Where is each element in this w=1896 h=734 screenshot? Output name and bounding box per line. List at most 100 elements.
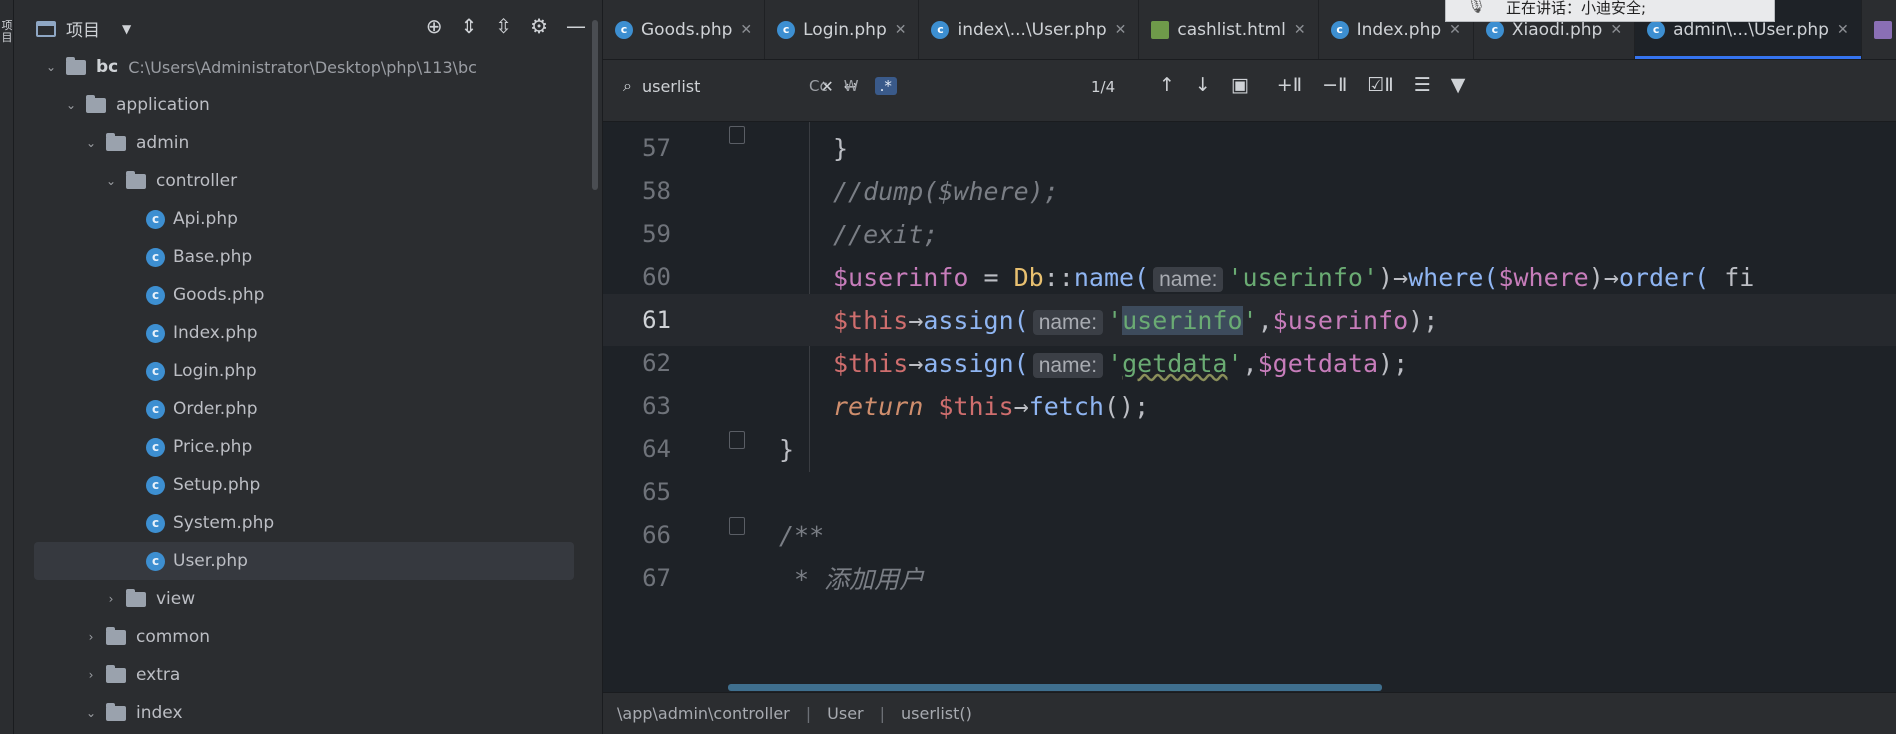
php-file-icon: c: [146, 209, 165, 229]
close-icon[interactable]: ✕: [740, 22, 752, 38]
close-icon[interactable]: ✕: [1610, 22, 1622, 38]
close-icon[interactable]: ✕: [1837, 22, 1849, 38]
tree-item-path: C:\Users\Administrator\Desktop\php\113\b…: [128, 57, 477, 77]
filter-lines-icon[interactable]: ☰: [1414, 74, 1431, 96]
minimize-icon[interactable]: —: [566, 14, 586, 38]
token: ': [1107, 305, 1123, 335]
chevron-down-icon[interactable]: ⌄: [84, 136, 98, 150]
code-line-67: 67 * 添加用户: [603, 552, 1896, 604]
chevron-down-icon[interactable]: ⌄: [104, 174, 118, 188]
close-icon[interactable]: ✕: [1449, 22, 1461, 38]
chevron-down-icon[interactable]: ⌄: [44, 60, 58, 74]
tree-item-label: Price.php: [173, 437, 253, 457]
php-file-icon: c: [146, 323, 165, 343]
tree-file[interactable]: c Price.php: [14, 428, 594, 466]
folder-icon: [126, 588, 146, 607]
tree-file[interactable]: c User.php: [34, 542, 574, 580]
tree-folder[interactable]: ⌄ bc C:\Users\Administrator\Desktop\php\11…: [14, 48, 594, 86]
chevron-right-icon[interactable]: ›: [84, 668, 98, 682]
fold-marker-icon[interactable]: [729, 431, 745, 449]
match-case-toggle[interactable]: Cc: [809, 77, 828, 95]
select-all-icon[interactable]: ▣: [1231, 74, 1249, 96]
tree-file[interactable]: c System.php: [14, 504, 594, 542]
tree-file[interactable]: c Index.php: [14, 314, 594, 352]
remove-occurrence-icon[interactable]: −Ⅱ: [1322, 74, 1347, 96]
chevron-down-icon[interactable]: ⌄: [84, 706, 98, 720]
horizontal-scrollbar[interactable]: [728, 684, 1382, 691]
project-tool-tab[interactable]: 项目: [1, 20, 13, 80]
find-query[interactable]: userlist: [642, 77, 700, 96]
gear-icon[interactable]: ⚙: [530, 14, 548, 38]
token: $this: [938, 391, 1014, 421]
arrow-down-icon[interactable]: ↓: [1195, 74, 1211, 96]
line-number: 57: [642, 134, 671, 162]
add-occurrence-icon[interactable]: +Ⅱ: [1277, 74, 1302, 96]
line-number: 59: [642, 220, 671, 248]
tab-label: index\...\User.php: [957, 19, 1107, 40]
editor-tab[interactable]: c Goods.php ✕: [603, 0, 766, 59]
expand-all-icon[interactable]: ⇕: [461, 14, 478, 38]
php-file-icon: c: [1647, 20, 1666, 39]
editor-tab[interactable]: c index\...\User.php ✕: [919, 0, 1140, 59]
close-icon[interactable]: ✕: [1294, 22, 1306, 38]
tree-folder[interactable]: ⌄ controller: [14, 162, 594, 200]
fold-marker-icon[interactable]: [729, 126, 745, 144]
editor-tab[interactable]: c Login.php ✕: [765, 0, 920, 59]
arrow-up-icon[interactable]: ↑: [1159, 74, 1175, 96]
chevron-right-icon[interactable]: ›: [84, 630, 98, 644]
tree-folder[interactable]: › extra: [14, 656, 594, 694]
tree-file[interactable]: c Base.php: [14, 238, 594, 276]
code-view[interactable]: 57 } 58 //dump($where); 59 //exit; 60 $u…: [603, 122, 1896, 690]
breadcrumb-path[interactable]: \app\admin\controller: [617, 704, 790, 723]
line-number: 65: [642, 478, 671, 506]
token: assign(: [923, 348, 1029, 378]
folder-icon: [106, 132, 126, 151]
crosshair-icon[interactable]: ⊕: [426, 14, 443, 38]
select-occurrences-icon[interactable]: ☑Ⅱ: [1367, 74, 1393, 96]
collapse-all-icon[interactable]: ⇳: [495, 14, 512, 38]
code-text: }: [779, 434, 795, 464]
token: where(: [1408, 262, 1499, 292]
project-title[interactable]: 项目 ▼: [36, 16, 131, 41]
breadcrumb-class[interactable]: User: [827, 704, 863, 723]
php-file-icon: c: [146, 513, 165, 533]
tree-file[interactable]: c Setup.php: [14, 466, 594, 504]
tree-file[interactable]: c Goods.php: [14, 276, 594, 314]
window-icon: [36, 20, 56, 37]
tree-folder[interactable]: › common: [14, 618, 594, 656]
filter-icon[interactable]: ▼: [1451, 74, 1466, 96]
tree-folder[interactable]: ⌄ admin: [14, 124, 594, 162]
tree-folder[interactable]: ⌄ index: [14, 694, 594, 732]
fold-marker-icon[interactable]: [729, 517, 745, 535]
close-icon[interactable]: ✕: [895, 22, 907, 38]
token: )→: [1588, 262, 1619, 292]
line-number: 64: [642, 435, 671, 463]
tree-folder[interactable]: › view: [14, 580, 594, 618]
token: 'userinfo': [1227, 262, 1378, 292]
chevron-down-icon[interactable]: ⌄: [64, 98, 78, 112]
folder-icon: [106, 626, 126, 645]
php-file-icon: c: [146, 399, 165, 419]
chevron-right-icon[interactable]: ›: [104, 592, 118, 606]
tree-item-label: extra: [136, 665, 181, 685]
php-file-icon: c: [146, 361, 165, 381]
php-file-icon: c: [931, 20, 950, 39]
editor-tab[interactable]: 68931cc: [1862, 0, 1896, 59]
close-icon[interactable]: ✕: [1115, 22, 1127, 38]
php-file-icon: c: [146, 247, 165, 267]
project-toolbar: ⊕ ⇕ ⇳ ⚙ —: [426, 14, 586, 38]
breadcrumb-method[interactable]: userlist(): [901, 704, 972, 723]
tree-folder[interactable]: ⌄ application: [14, 86, 594, 124]
tree-file[interactable]: c Login.php: [14, 352, 594, 390]
chevron-down-icon[interactable]: ▼: [122, 22, 131, 36]
regex-toggle[interactable]: .*: [874, 77, 897, 95]
tree-file[interactable]: c Api.php: [14, 200, 594, 238]
parameter-hint: name:: [1032, 352, 1104, 378]
search-highlight: userinfo: [1122, 305, 1243, 335]
line-number: 60: [642, 263, 671, 291]
whole-word-toggle[interactable]: W: [844, 77, 859, 95]
token: ,: [1257, 305, 1273, 335]
tree-file[interactable]: c Order.php: [14, 390, 594, 428]
editor-tab[interactable]: cashlist.html ✕: [1139, 0, 1319, 59]
folder-icon: [126, 170, 146, 189]
